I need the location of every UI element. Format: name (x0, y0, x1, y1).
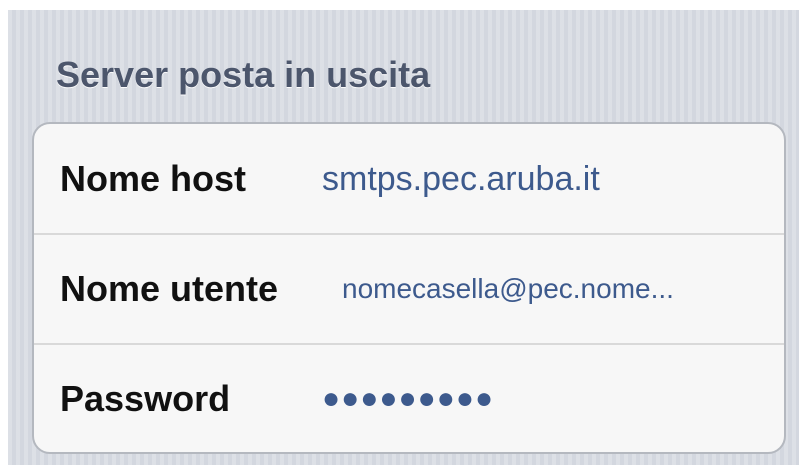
username-field[interactable]: nomecasella@pec.nome... (342, 234, 766, 344)
password-field[interactable]: ●●●●●●●●● (322, 344, 494, 452)
row-password[interactable]: Password ●●●●●●●●● (34, 344, 784, 452)
row-username[interactable]: Nome utente nomecasella@pec.nome... (34, 234, 784, 344)
host-name-label: Nome host (60, 158, 247, 199)
outgoing-server-group: Nome host smtps.pec.aruba.it Nome utente… (32, 122, 786, 454)
row-host-name[interactable]: Nome host smtps.pec.aruba.it (34, 124, 784, 234)
section-header-outgoing-server: Server posta in uscita (56, 54, 431, 95)
password-label: Password (60, 378, 231, 419)
host-name-field[interactable]: smtps.pec.aruba.it (322, 124, 600, 234)
settings-screen: Server posta in uscita Nome host smtps.p… (8, 10, 799, 465)
username-label: Nome utente (60, 268, 279, 309)
